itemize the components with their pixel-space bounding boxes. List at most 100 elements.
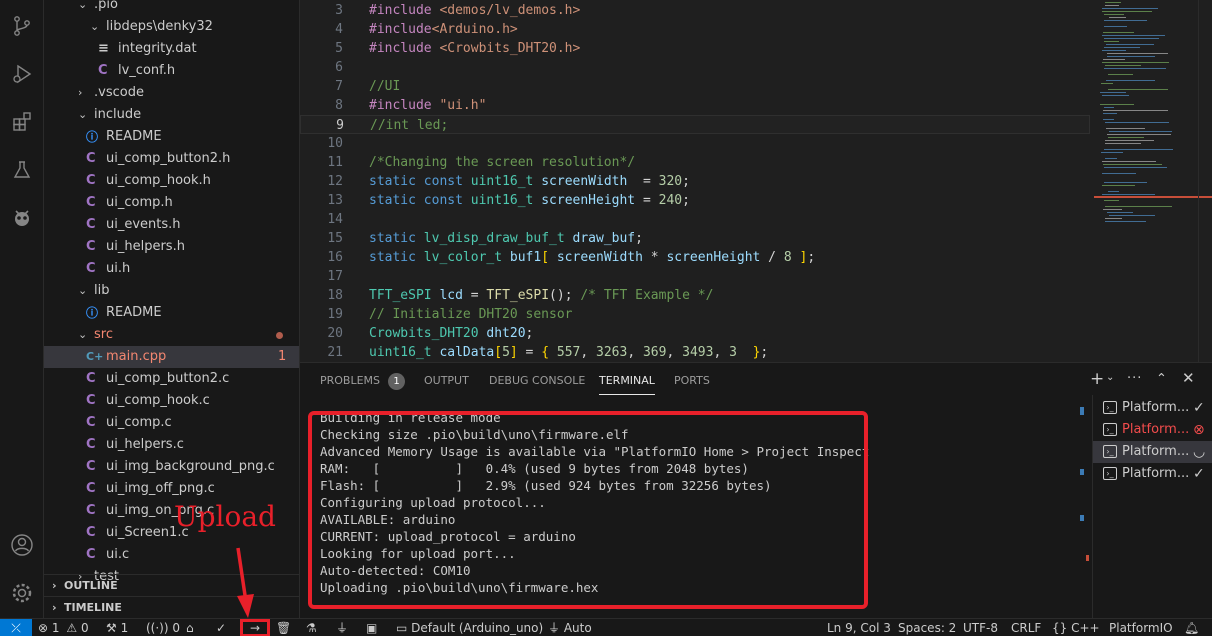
maximize-panel-icon[interactable]: ⌄ [1156,369,1167,384]
explorer-item[interactable]: ⓘ README [44,302,299,324]
problem-count-badge: 1 [278,349,287,364]
project-env-selector[interactable]: ▭ Default (Arduino_uno) [396,619,543,636]
explorer-item-label: include [94,107,142,122]
panel-tab-problems[interactable]: PROBLEMS 1 [320,363,406,398]
explorer-item[interactable]: Cui_helpers.c [44,434,299,456]
panel-tab-terminal[interactable]: TERMINAL [599,367,655,395]
platformio-status[interactable]: PlatformIO [1109,619,1173,636]
line-number: 20 [327,326,343,341]
minimap-line [1108,74,1133,75]
code-token: ] [509,345,518,360]
platformio-test-flask-icon[interactable]: ⚗ [306,619,317,636]
problems-status[interactable]: ⊗ 1 ⚠ 0 [38,619,89,636]
code-token: static [369,231,424,246]
code-line: 7 //UI [300,77,1090,96]
platformio-build-check-icon[interactable]: ✓ [216,619,226,636]
minimap-line [1102,95,1129,96]
explorer-item[interactable]: C+ main.cpp 1 [44,346,299,368]
code-token: screenHeight [666,250,761,265]
explorer-item[interactable]: ⓘ README [44,126,299,148]
code-token: const [423,174,471,189]
minimap-line [1100,104,1134,105]
port-selector[interactable]: ⏚ Auto [548,619,592,636]
platformio-clean-trash-icon[interactable]: 🗑 [276,619,291,636]
platformio-alien-icon[interactable] [6,202,38,234]
explorer-item[interactable]: Cui_comp_button2.h [44,148,299,170]
info-file-icon: ⓘ [86,306,99,320]
terminal-instance[interactable]: ›_ Platform... ⊗ [1093,419,1212,441]
testing-flask-icon[interactable] [6,154,38,186]
explorer-item[interactable]: Cui_comp_button2.c [44,368,299,390]
code-token: = [635,193,659,208]
account-icon[interactable] [6,529,38,561]
explorer-item[interactable]: › .vscode [44,82,299,104]
explorer-item[interactable]: ⌄ lib [44,280,299,302]
platformio-terminal-icon[interactable]: ▣ [366,619,377,636]
explorer-item[interactable]: Cui.h [44,258,299,280]
minimap-line [1102,8,1158,9]
explorer-sidebar: ⌄ .pio ⌄ libdeps\denky32 ≡ integrity.dat Clv_c… [44,0,300,618]
explorer-item[interactable]: ⌄ src [44,324,299,346]
ports-status[interactable]: ((·)) 0 [146,619,180,636]
terminal-icon: ›_ [1103,423,1117,436]
explorer-item[interactable]: Cui_comp.h [44,192,299,214]
eol-status[interactable]: CRLF [1011,619,1041,636]
explorer-item-label: ui.h [106,261,131,276]
language-mode[interactable]: {} C++ [1052,619,1100,636]
indentation-status[interactable]: Spaces: 2 [898,619,956,636]
explorer-item[interactable]: Cui_events.h [44,214,299,236]
code-token: /*Changing the screen resolution*/ [369,155,636,170]
terminal-instance[interactable]: ›_ Platform... ✓ [1093,463,1212,485]
panel-tab-output[interactable]: OUTPUT [424,363,469,398]
platformio-serial-plug-icon[interactable]: ⏚ [336,619,348,636]
extensions-icon[interactable] [6,106,38,138]
explorer-item[interactable]: ⌄ .pio [44,0,299,16]
minimap[interactable] [1094,0,1198,362]
explorer-item[interactable]: Cui_img_background_png.c [44,456,299,478]
port-selector-label: Auto [563,621,592,635]
panel-tab-debug-console[interactable]: DEBUG CONSOLE [489,363,585,398]
new-terminal-plus-icon[interactable]: + [1090,369,1104,389]
explorer-item[interactable]: Cui_comp_hook.h [44,170,299,192]
terminal-instance[interactable]: ›_ Platform... ◡ [1093,441,1212,463]
code-text: Crowbits_DHT20 dht20; [369,324,533,343]
explorer-item-label: ui_comp.h [106,195,173,210]
explorer-item[interactable]: ⌄ include [44,104,299,126]
code-token: TFT_eSPI [486,288,550,303]
panel-tab-ports[interactable]: PORTS [674,363,710,398]
cursor-position[interactable]: Ln 9, Col 3 [827,619,891,636]
explorer-item[interactable]: Cui_comp.c [44,412,299,434]
explorer-item[interactable]: Cui_img_off_png.c [44,478,299,500]
platformio-home-icon[interactable]: ⌂ [186,619,194,636]
terminal-instance[interactable]: ›_ Platform... ✓ [1093,397,1212,419]
more-actions-icon[interactable]: ··· [1127,371,1142,386]
manage-gear-icon[interactable] [6,577,38,609]
encoding-status[interactable]: UTF-8 [963,619,998,636]
line-number: 3 [335,3,343,18]
minimap-line [1102,185,1135,186]
editor-scrollbar[interactable] [1198,0,1212,362]
explorer-item[interactable]: Cui_helpers.h [44,236,299,258]
chevron-down-icon: ⌄ [78,108,88,121]
explorer-item[interactable]: Clv_conf.h [44,60,299,82]
terminal-error-marker [1086,555,1089,561]
tools-status[interactable]: ⚒ 1 [106,619,128,636]
code-editor[interactable]: 3 #include <demos/lv_demos.h> 4 #include<Ar… [300,0,1212,362]
chevron-down-icon[interactable]: ⌄ [1106,372,1114,383]
explorer-item[interactable]: ≡ integrity.dat [44,38,299,60]
code-token: ; [807,250,816,265]
source-control-icon[interactable] [6,10,38,42]
minimap-line [1104,200,1119,201]
close-panel-icon[interactable]: ✕ [1182,369,1195,387]
code-token: { [541,345,557,360]
line-number: 5 [335,41,343,56]
explorer-item[interactable]: ⌄ libdeps\denky32 [44,16,299,38]
run-debug-icon[interactable] [6,58,38,90]
explorer-item[interactable]: Cui_comp_hook.c [44,390,299,412]
notifications-bell-icon[interactable]: 🔔︎ [1184,619,1199,636]
line-number: 15 [327,231,343,246]
code-line: 9 //int led; [300,115,1090,134]
code-text: TFT_eSPI lcd = TFT_eSPI(); /* TFT Exampl… [369,286,713,305]
remote-indicator-icon[interactable]: ⤫ [0,619,32,636]
c-file-icon: C [86,217,96,232]
